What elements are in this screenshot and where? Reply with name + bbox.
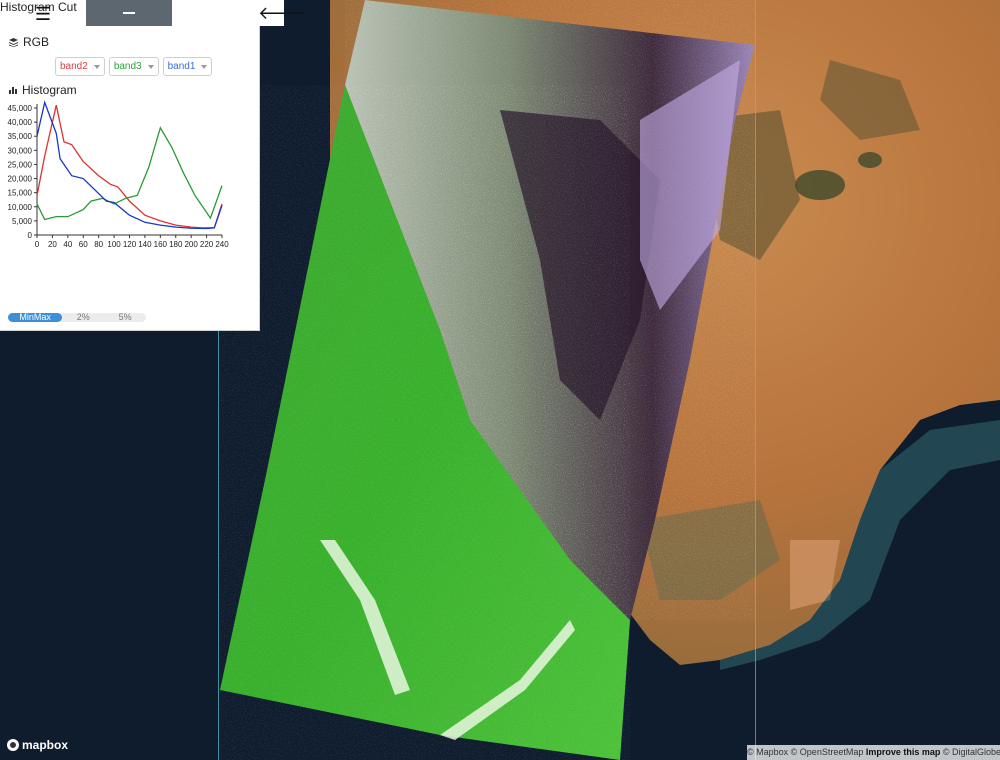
caret-down-icon <box>93 64 100 69</box>
x-tick-label: 220 <box>200 240 214 249</box>
x-tick-label: 60 <box>79 240 88 249</box>
y-tick-label: 5,000 <box>12 217 33 226</box>
y-tick-label: 45,000 <box>8 104 33 113</box>
band-select-red[interactable]: band2 <box>55 57 105 76</box>
band-select-red-label: band2 <box>60 61 88 72</box>
histogram-chart: 0 5,000 10,000 15,000 20,000 25,000 30,000 35,0… <box>8 100 229 249</box>
y-tick-label: 30,000 <box>8 146 33 155</box>
x-tick-label: 160 <box>154 240 168 249</box>
arrow-left-icon: 🡐 <box>258 3 307 23</box>
rgb-label: RGB <box>23 35 50 49</box>
histogram-cut-selector: MinMax 2% 5% <box>8 313 146 322</box>
attribution-osm-link[interactable]: © OpenStreetMap <box>791 747 864 757</box>
attribution-improve-link[interactable]: Improve this map <box>866 747 941 757</box>
panel-header: ☰ <box>0 0 259 27</box>
rgb-section-title: RGB <box>9 35 49 49</box>
mapbox-logo-icon <box>7 739 19 751</box>
series-line-band1 <box>36 100 223 230</box>
y-tick-label: 15,000 <box>8 189 33 198</box>
menu-icon: ☰ <box>34 4 52 24</box>
caret-down-icon <box>147 64 154 69</box>
x-tick-label: 140 <box>138 240 152 249</box>
x-tick-label: 180 <box>169 240 183 249</box>
cut-option-minmax[interactable]: MinMax <box>8 313 63 322</box>
histogram-section-title: Histogram <box>9 83 77 97</box>
band-select-green-label: band3 <box>113 61 142 72</box>
x-tick-label: 40 <box>63 240 72 249</box>
attribution-digitalglobe-link[interactable]: © DigitalGlobe <box>943 747 1000 757</box>
improve-map-text: Improve this map <box>865 747 941 757</box>
band-select-green[interactable]: band3 <box>108 57 159 76</box>
x-tick-label: 0 <box>35 240 40 249</box>
x-tick-label: 80 <box>94 240 103 249</box>
y-tick-label: 25,000 <box>8 160 33 169</box>
back-button[interactable]: 🡐 <box>258 0 306 26</box>
mapbox-logo[interactable]: mapbox <box>7 738 68 752</box>
band-select-blue[interactable]: band1 <box>162 57 213 76</box>
band-select-blue-label: band1 <box>167 61 196 72</box>
y-tick-label: 35,000 <box>8 132 33 141</box>
map-attribution: © Mapbox © OpenStreetMap Improve this ma… <box>747 745 1000 760</box>
x-tick-label: 200 <box>184 240 198 249</box>
minimize-button[interactable] <box>86 0 172 26</box>
y-tick-label: 10,000 <box>8 203 33 212</box>
control-panel: ☰ RGB band2 band3 band1 Histogram 0 5,00… <box>0 0 260 331</box>
attribution-mapbox-link[interactable]: © Mapbox <box>747 747 788 757</box>
x-tick-label: 240 <box>215 240 229 249</box>
x-tick-label: 20 <box>48 240 57 249</box>
cut-option-2pct[interactable]: 2% <box>62 313 104 322</box>
x-tick-label: 120 <box>123 240 137 249</box>
minus-icon <box>123 12 135 14</box>
cut-option-5pct[interactable]: 5% <box>104 313 146 322</box>
y-tick-label: 0 <box>28 231 33 240</box>
y-tick-label: 40,000 <box>8 118 33 127</box>
mapbox-logo-text: mapbox <box>22 738 69 752</box>
caret-down-icon <box>201 64 208 69</box>
bar-chart-icon <box>9 87 17 94</box>
layers-icon <box>9 37 18 47</box>
y-tick-label: 20,000 <box>8 175 33 184</box>
x-tick-label: 100 <box>107 240 121 249</box>
menu-button[interactable]: ☰ <box>28 3 58 25</box>
band-selector-row: band2 band3 band1 <box>55 57 213 76</box>
histogram-label: Histogram <box>22 83 77 97</box>
